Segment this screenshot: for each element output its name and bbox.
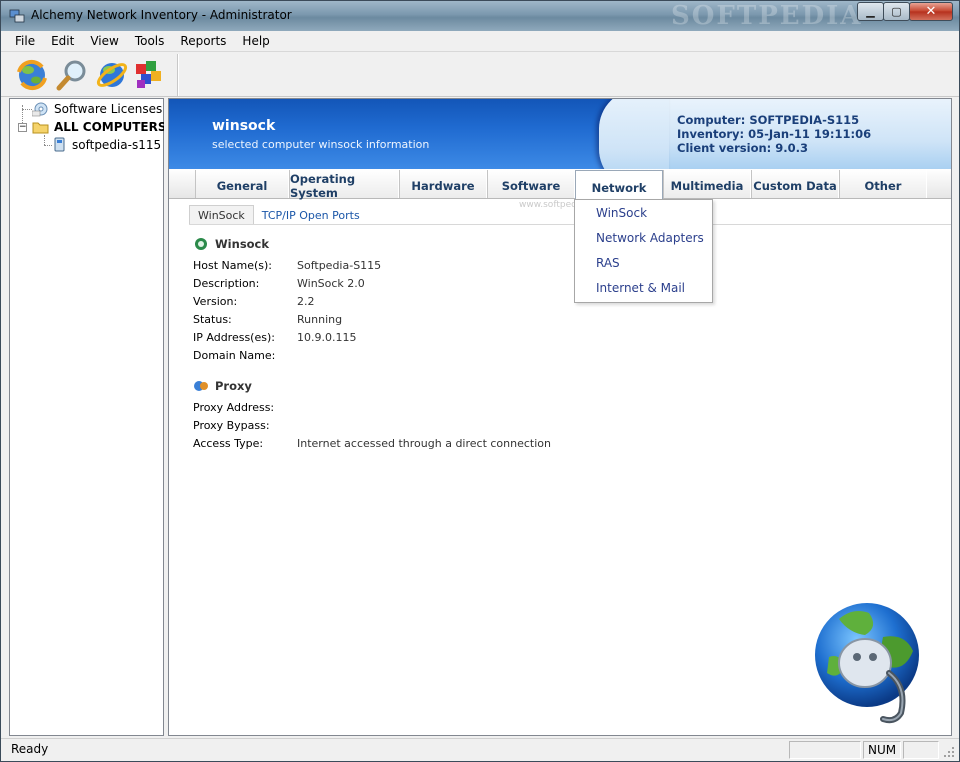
menu-reports[interactable]: Reports	[172, 31, 234, 51]
tab-software[interactable]: Software	[487, 170, 575, 198]
tab-general[interactable]: General	[195, 170, 289, 198]
version-value: 2.2	[297, 295, 315, 308]
app-icon	[9, 9, 25, 23]
tree-item-software-licenses[interactable]: Software Licenses	[32, 100, 162, 118]
proxy-icon	[194, 381, 208, 391]
menu-tools[interactable]: Tools	[127, 31, 173, 51]
minimize-icon: ▁	[866, 5, 875, 18]
field-label: Status:	[193, 313, 232, 326]
title-watermark: SOFTPEDIA	[671, 1, 863, 31]
window-title: Alchemy Network Inventory - Administrato…	[31, 8, 292, 22]
toolbar	[1, 51, 959, 97]
subtab-divider	[189, 224, 951, 225]
internet-explorer-icon[interactable]	[95, 58, 129, 92]
app-window: SOFTPEDIA Alchemy Network Inventory - Ad…	[0, 0, 960, 762]
search-icon[interactable]	[55, 58, 89, 92]
tree-line	[44, 145, 52, 146]
client-version: Client version: 9.0.3	[677, 141, 808, 155]
network-dropdown-menu: WinSock Network Adapters RAS Internet & …	[574, 199, 713, 303]
details-header: winsock selected computer winsock inform…	[169, 99, 951, 169]
status-panel-empty-2	[903, 741, 939, 759]
tab-other[interactable]: Other	[839, 170, 927, 198]
maximize-icon: ▢	[891, 5, 902, 18]
tree-line	[44, 135, 45, 145]
maximize-button[interactable]: ▢	[883, 2, 910, 21]
tree-item-label: softpedia-s115	[72, 138, 162, 152]
ip-address-value: 10.9.0.115	[297, 331, 357, 344]
globe-plug-icon	[815, 603, 919, 724]
tab-multimedia[interactable]: Multimedia	[663, 170, 751, 198]
menu-item-winsock[interactable]: WinSock	[596, 206, 647, 220]
tree-line	[22, 109, 32, 110]
tree-item-computer[interactable]: softpedia-s115	[52, 136, 162, 154]
title-bar[interactable]: SOFTPEDIA Alchemy Network Inventory - Ad…	[1, 1, 959, 31]
sub-tabs: WinSock TCP/IP Open Ports	[189, 205, 368, 225]
computer-info: Computer: SOFTPEDIA-S115 Inventory: 05-J…	[677, 113, 871, 155]
subtab-tcpip-open-ports[interactable]: TCP/IP Open Ports	[254, 205, 368, 225]
inventory-date: Inventory: 05-Jan-11 19:11:06	[677, 127, 872, 141]
software-licenses-icon	[32, 102, 48, 117]
menu-view[interactable]: View	[82, 31, 126, 51]
menu-file[interactable]: File	[7, 31, 43, 51]
tree-item-label: ALL COMPUTERS	[54, 120, 167, 134]
close-button[interactable]: ✕	[909, 2, 953, 21]
tab-hardware[interactable]: Hardware	[399, 170, 487, 198]
tab-custom-data[interactable]: Custom Data	[751, 170, 839, 198]
menu-item-ras[interactable]: RAS	[596, 256, 620, 270]
field-label: Version:	[193, 295, 238, 308]
access-type-value: Internet accessed through a direct conne…	[297, 437, 551, 450]
close-icon: ✕	[925, 4, 937, 19]
menu-item-network-adapters[interactable]: Network Adapters	[596, 231, 704, 245]
winsock-title-text: Winsock	[215, 237, 270, 251]
field-label: Domain Name:	[193, 349, 276, 362]
status-bar: Ready NUM	[1, 738, 959, 761]
num-lock-indicator: NUM	[863, 741, 901, 759]
network-blocks-icon[interactable]	[133, 58, 167, 92]
field-label: Access Type:	[193, 437, 264, 450]
proxy-section-title: Proxy	[193, 379, 252, 393]
menu-help[interactable]: Help	[234, 31, 277, 51]
winsock-section-title: Winsock	[193, 237, 269, 251]
description-value: WinSock 2.0	[297, 277, 365, 290]
toolbar-separator	[177, 54, 179, 96]
section-title: winsock	[212, 118, 276, 134]
field-label: Proxy Address:	[193, 401, 275, 414]
field-label: Proxy Bypass:	[193, 419, 270, 432]
menu-edit[interactable]: Edit	[43, 31, 82, 51]
status-text: Ready	[11, 742, 49, 756]
tree-item-all-computers[interactable]: ALL COMPUTERS	[32, 118, 167, 136]
host-name-value: Softpedia-S115	[297, 259, 382, 272]
computer-name: Computer: SOFTPEDIA-S115	[677, 113, 860, 127]
subtab-winsock[interactable]: WinSock	[189, 205, 254, 225]
refresh-icon[interactable]	[15, 58, 49, 92]
minimize-button[interactable]: ▁	[857, 2, 884, 21]
menu-bar: File Edit View Tools Reports Help	[1, 31, 959, 51]
field-label: Host Name(s):	[193, 259, 273, 272]
resize-grip-icon[interactable]	[943, 746, 955, 758]
status-panel-empty	[789, 741, 861, 759]
section-subtitle: selected computer winsock information	[212, 138, 430, 151]
tree-collapse-toggle[interactable]: −	[18, 123, 27, 132]
details-panel: winsock selected computer winsock inform…	[168, 98, 952, 736]
menu-item-internet-mail[interactable]: Internet & Mail	[596, 281, 685, 295]
status-value: Running	[297, 313, 343, 326]
category-tabs: General Operating System Hardware Softwa…	[169, 169, 951, 200]
folder-icon	[32, 122, 49, 134]
field-label: Description:	[193, 277, 260, 290]
computer-icon	[54, 137, 65, 152]
computer-tree[interactable]: Software Licenses − ALL COMPUTERS softpe…	[9, 98, 167, 736]
winsock-icon	[195, 238, 207, 250]
header-wave	[599, 99, 669, 169]
field-label: IP Address(es):	[193, 331, 275, 344]
tree-item-label: Software Licenses	[54, 102, 163, 116]
proxy-title-text: Proxy	[215, 379, 252, 393]
tab-network[interactable]: Network	[575, 170, 663, 200]
tab-operating-system[interactable]: Operating System	[289, 170, 399, 200]
